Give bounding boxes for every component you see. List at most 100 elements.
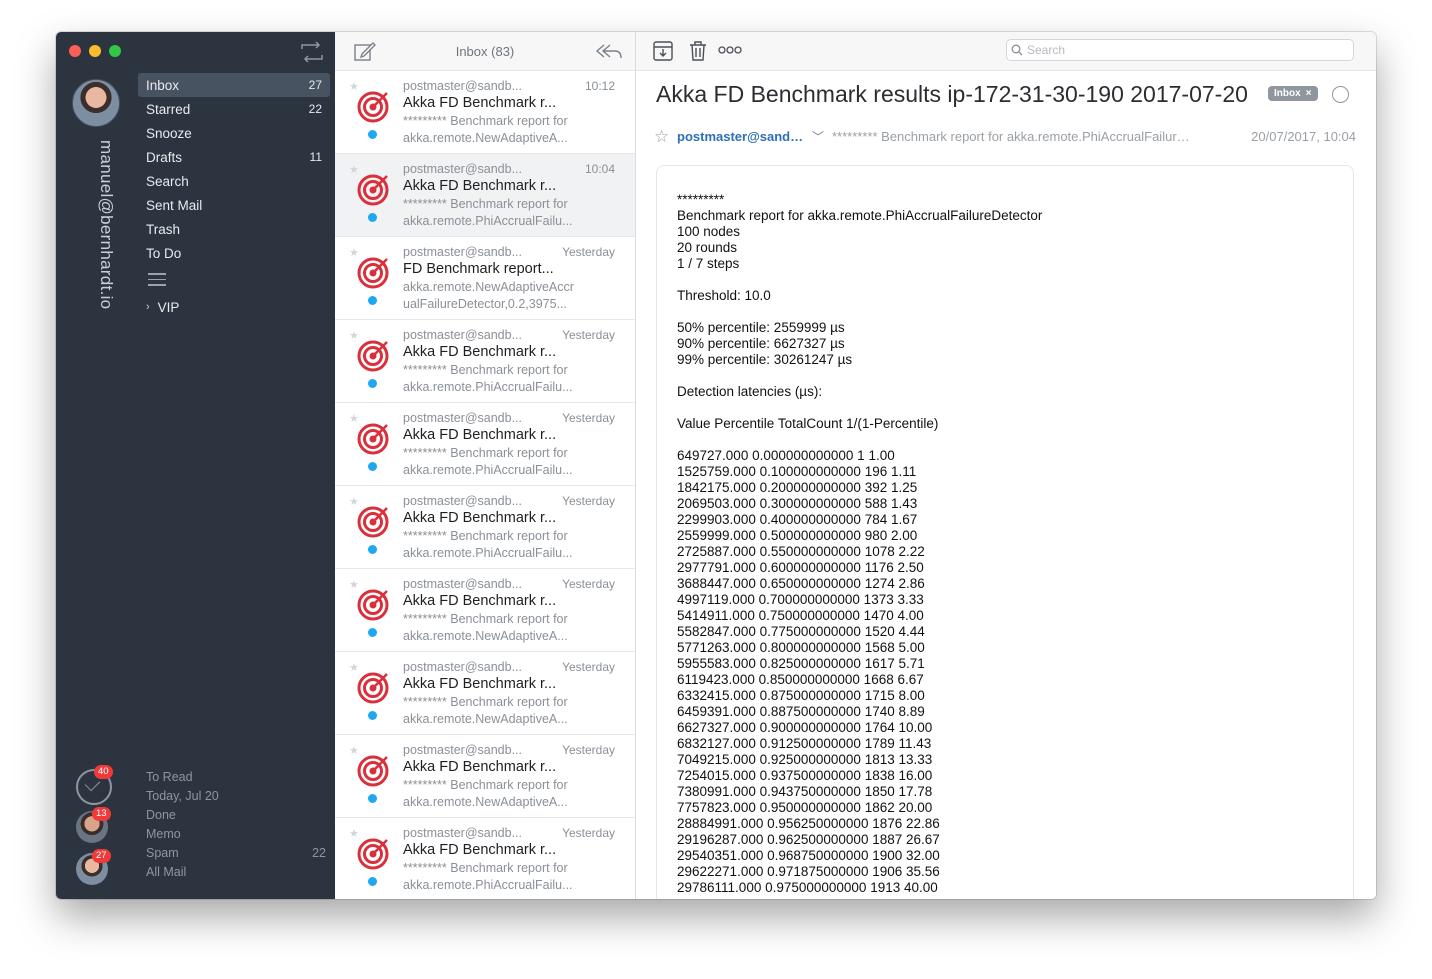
account-badge: 13 — [92, 807, 111, 821]
body-line: 5955583.000 0.825000000000 1617 5.71 — [677, 656, 925, 671]
list-item[interactable]: ★ postmaster@sandb... Yesterday Akka FD Ben… — [335, 569, 635, 652]
body-line: 2559999.000 0.500000000000 980 2.00 — [677, 528, 918, 543]
folder-sent-mail[interactable]: Sent Mail — [138, 193, 330, 217]
quick-filters: To Read Today, Jul 20 Done Memo Spam 22 A… — [146, 770, 326, 884]
folder-drafts[interactable]: Drafts 11 — [138, 145, 330, 169]
message-time: Yesterday — [562, 328, 615, 342]
trash-icon[interactable] — [688, 40, 708, 62]
filter-spam[interactable]: Spam 22 — [146, 846, 326, 865]
body-line: Benchmark report for akka.remote.PhiAccr… — [677, 208, 1043, 223]
message-preview: ********* Benchmark report for akka.remot… — [403, 612, 568, 643]
folder-list: Inbox 27 Starred 22 Snooze Drafts 11 Search… — [138, 73, 330, 315]
folder-starred[interactable]: Starred 22 — [138, 97, 330, 121]
body-line — [677, 272, 1333, 288]
message-time: 10:04 — [584, 162, 615, 176]
message-time: 10:12 — [584, 79, 615, 93]
list-item[interactable]: ★ postmaster@sandb... 10:04 Akka FD Benchma… — [335, 154, 635, 237]
filter-all-mail[interactable]: All Mail — [146, 865, 326, 884]
message-from: postmaster@sandb... — [403, 162, 522, 176]
chevron-down-icon[interactable]: ﹀ — [812, 128, 824, 145]
reply-all-icon[interactable] — [595, 41, 623, 61]
list-item[interactable]: ★ postmaster@sandb... Yesterday Akka FD Ben… — [335, 735, 635, 818]
folder-snooze[interactable]: Snooze — [138, 121, 330, 145]
sender-name[interactable]: postmaster@sandbox.mailgun.org — [677, 129, 807, 144]
zoom-window-button[interactable] — [109, 45, 121, 57]
target-sender-icon — [357, 423, 389, 455]
message-from: postmaster@sandb... — [403, 245, 522, 259]
remove-label-icon[interactable]: × — [1306, 88, 1312, 99]
sync-icon[interactable] — [297, 40, 327, 64]
list-item[interactable]: ★ postmaster@sandb... 10:12 Akka FD Benchma… — [335, 71, 635, 154]
list-item[interactable]: ★ postmaster@sandb... Yesterday Akka FD Ben… — [335, 486, 635, 569]
folder-search[interactable]: Search — [138, 169, 330, 193]
message-subject: Akka FD Benchmark r... — [403, 593, 557, 609]
unread-dot — [368, 628, 377, 637]
body-line: 649727.000 0.000000000000 1 1.00 — [677, 448, 895, 463]
list-title: Inbox (83) — [455, 44, 515, 59]
message-from: postmaster@sandb... — [403, 743, 522, 757]
list-toolbar: Inbox (83) — [335, 32, 635, 71]
body-line: 2069503.000 0.300000000000 588 1.43 — [677, 496, 918, 511]
mark-done-button[interactable] — [1332, 86, 1349, 103]
account-avatar[interactable] — [72, 79, 120, 127]
filter-memo[interactable]: Memo — [146, 827, 326, 846]
reading-pane: Akka FD Benchmark results ip-172-31-30-1… — [636, 32, 1376, 899]
account-avatar-2[interactable]: 13 — [76, 807, 111, 843]
body-line: 29196287.000 0.962500000000 1887 26.67 — [677, 832, 940, 847]
body-line: 29540351.000 0.968750000000 1900 32.00 — [677, 848, 940, 863]
list-item[interactable]: ★ postmaster@sandb... Yesterday FD Benchmar… — [335, 237, 635, 320]
folder-inbox[interactable]: Inbox 27 — [138, 73, 330, 97]
body-line: 1525759.000 0.100000000000 196 1.11 — [677, 464, 917, 479]
message-subject: Akka FD Benchmark r... — [403, 510, 557, 526]
message-from: postmaster@sandb... — [403, 660, 522, 674]
target-sender-icon — [357, 838, 389, 870]
list-item[interactable]: ★ postmaster@sandb... Yesterday Akka FD Ben… — [335, 818, 635, 899]
target-sender-icon — [357, 340, 389, 372]
star-icon[interactable]: ☆ — [654, 127, 669, 147]
email-date: 20/07/2017, 10:04 — [1251, 129, 1356, 144]
list-item[interactable]: ★ postmaster@sandb... Yesterday Akka FD Ben… — [335, 652, 635, 735]
more-folders-icon[interactable] — [148, 273, 166, 286]
body-line: 6627327.000 0.900000000000 1764 10.00 — [677, 720, 933, 735]
account-avatar-3[interactable]: 27 — [76, 849, 111, 885]
filter-to-read[interactable]: To Read — [146, 770, 326, 789]
message-items: ★ postmaster@sandb... 10:12 Akka FD Benchma… — [335, 71, 635, 899]
message-subject: FD Benchmark report... — [403, 261, 554, 277]
search-box[interactable] — [1006, 39, 1354, 61]
message-preview: ********* Benchmark report for akka.remot… — [403, 446, 573, 477]
target-sender-icon — [357, 589, 389, 621]
inbox-label-tag[interactable]: Inbox × — [1268, 86, 1318, 101]
folder-to-do[interactable]: To Do — [138, 241, 330, 265]
filter-done[interactable]: Done — [146, 808, 326, 827]
close-window-button[interactable] — [69, 45, 81, 57]
search-icon — [1011, 44, 1023, 56]
unread-dot — [368, 877, 377, 886]
filter-today[interactable]: Today, Jul 20 — [146, 789, 326, 808]
archive-icon[interactable] — [652, 40, 674, 62]
account-badge: 27 — [92, 849, 111, 863]
body-line: Value Percentile TotalCount 1/(1-Percent… — [677, 416, 939, 431]
unread-dot — [368, 213, 377, 222]
folder-vip[interactable]: › VIP — [138, 300, 330, 315]
list-item[interactable]: ★ postmaster@sandb... Yesterday Akka FD Ben… — [335, 320, 635, 403]
body-line: 7757823.000 0.950000000000 1862 20.00 — [677, 800, 933, 815]
minimize-window-button[interactable] — [89, 45, 101, 57]
body-line: Threshold: 10.0 — [677, 288, 771, 303]
more-icon[interactable] — [718, 45, 742, 55]
body-line: 20 rounds — [677, 240, 738, 255]
unified-account-icon[interactable]: 40 — [76, 765, 113, 805]
email-body: ********* Benchmark report for akka.remot… — [656, 165, 1354, 899]
body-line — [677, 304, 1333, 320]
message-subject: Akka FD Benchmark r... — [403, 178, 557, 194]
message-from: postmaster@sandb... — [403, 411, 522, 425]
folder-trash[interactable]: Trash — [138, 217, 330, 241]
list-item[interactable]: ★ postmaster@sandb... Yesterday Akka FD Ben… — [335, 403, 635, 486]
body-line: 3688447.000 0.650000000000 1274 2.86 — [677, 576, 925, 591]
target-sender-icon — [357, 174, 389, 206]
search-input[interactable] — [1025, 42, 1349, 58]
message-preview: ********* Benchmark report for akka.remot… — [403, 363, 573, 394]
body-line: 1 / 7 steps — [677, 256, 740, 271]
body-line: 29786111.000 0.975000000000 1913 40.00 — [677, 880, 938, 895]
message-time: Yesterday — [562, 411, 615, 425]
body-line: 2725887.000 0.550000000000 1078 2.22 — [677, 544, 925, 559]
